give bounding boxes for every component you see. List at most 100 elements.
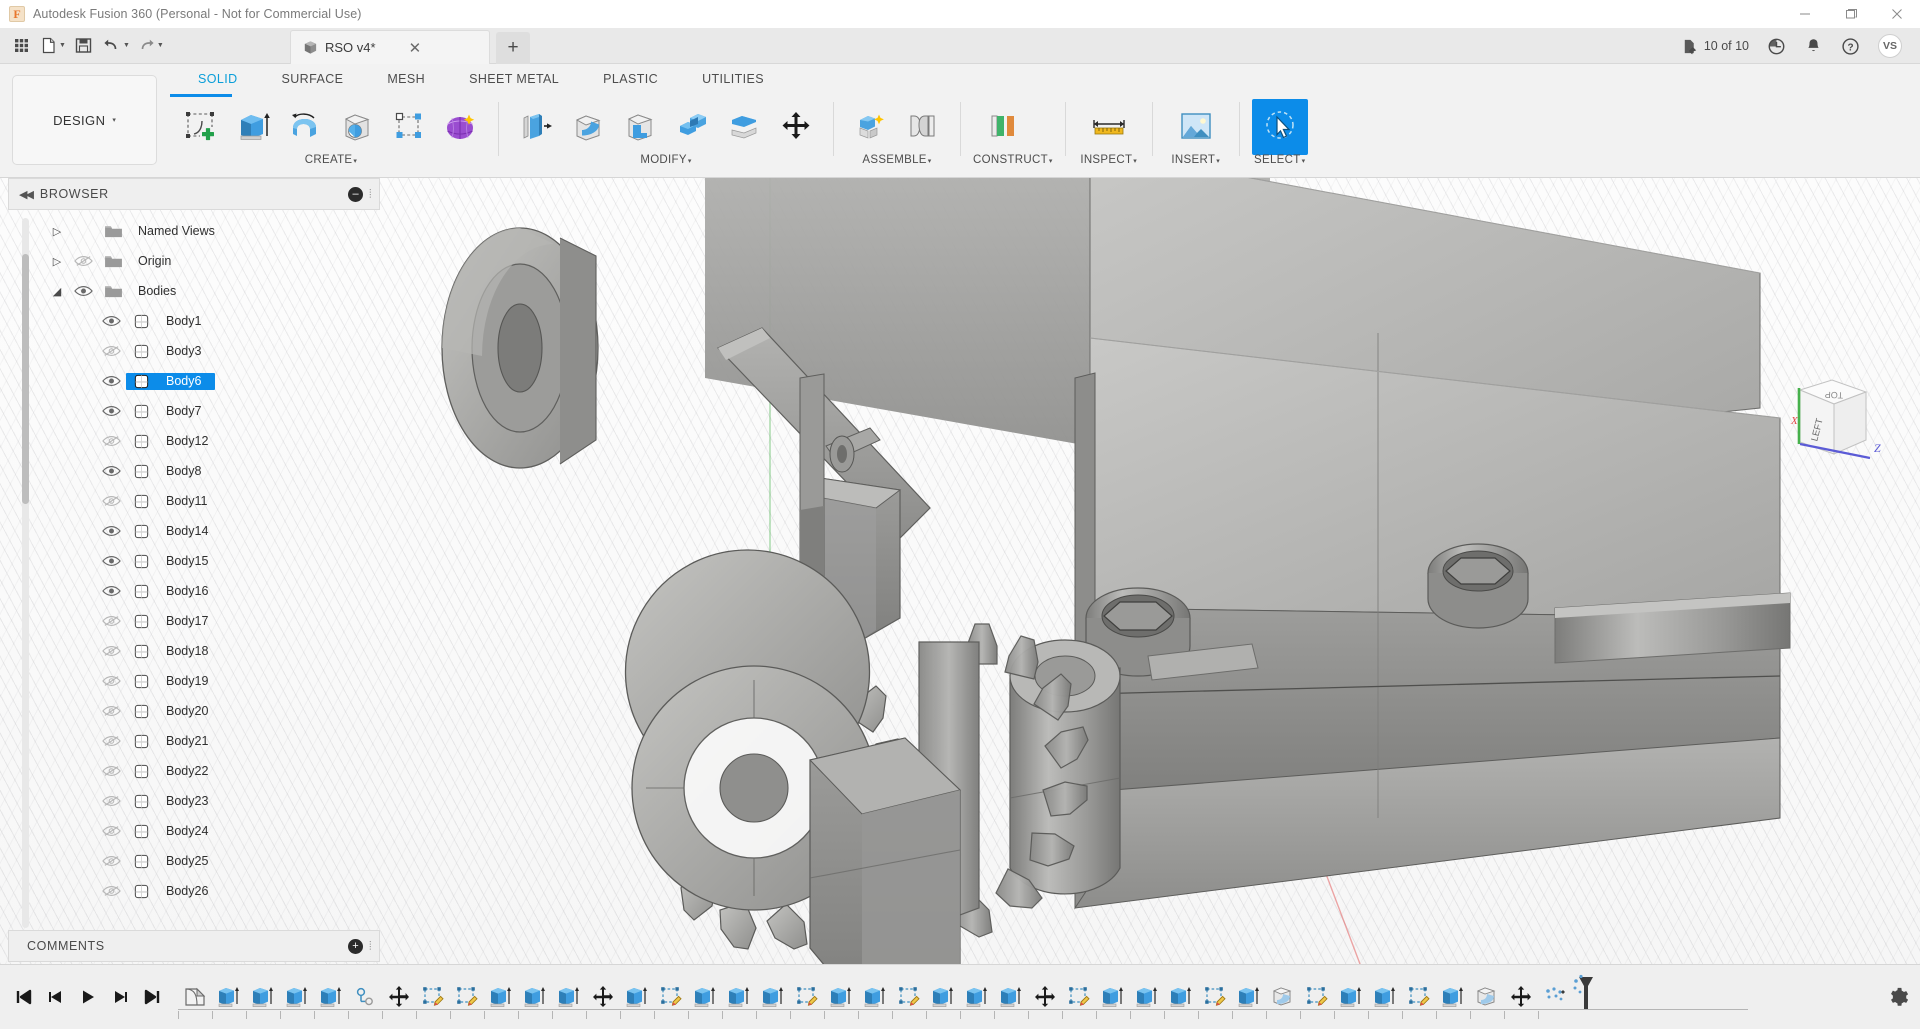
ribbon-group-create-label[interactable]: CREATE▾	[176, 152, 486, 166]
eye-hidden-icon[interactable]	[96, 674, 126, 688]
timeline-move-feature[interactable]	[1028, 980, 1062, 1014]
tab-plastic[interactable]: PLASTIC	[581, 64, 680, 94]
eye-hidden-icon[interactable]	[96, 644, 126, 658]
help-icon[interactable]: ?	[1833, 31, 1868, 61]
tree-item-named-views[interactable]: ▷ Named Views	[8, 216, 380, 246]
timeline-extrude-feature[interactable]	[280, 980, 314, 1014]
timeline-extrude-feature[interactable]	[926, 980, 960, 1014]
timeline-sketch-edit-feature[interactable]	[1300, 980, 1334, 1014]
timeline-extrude-feature[interactable]	[1368, 980, 1402, 1014]
timeline-extrude-feature[interactable]	[484, 980, 518, 1014]
eye-hidden-icon[interactable]	[96, 614, 126, 628]
fillet-button[interactable]	[563, 99, 613, 153]
tab-sheet-metal[interactable]: SHEET METAL	[447, 64, 581, 94]
create-form-button[interactable]	[436, 99, 486, 153]
tree-item-bodies[interactable]: ◢ Bodies	[8, 276, 380, 306]
timeline-sketch-edit-feature[interactable]	[416, 980, 450, 1014]
eye-visible-icon[interactable]	[96, 314, 126, 328]
expand-arrow-icon[interactable]: ▷	[46, 255, 68, 268]
minimize-icon[interactable]	[1782, 0, 1828, 28]
timeline-extrude-feature[interactable]	[1130, 980, 1164, 1014]
grip-icon[interactable]: ⦙	[369, 939, 379, 954]
pattern-button[interactable]	[384, 99, 434, 153]
timeline-extrude-feature[interactable]	[1164, 980, 1198, 1014]
eye-visible-icon[interactable]	[96, 374, 126, 388]
save-icon[interactable]	[69, 31, 99, 61]
timeline-extrude-feature[interactable]	[756, 980, 790, 1014]
view-cube[interactable]: TOP LEFT X Z	[1770, 366, 1890, 476]
tree-item-body[interactable]: Body16	[8, 576, 380, 606]
eye-hidden-icon[interactable]	[96, 704, 126, 718]
eye-hidden-icon[interactable]	[96, 734, 126, 748]
press-pull-button[interactable]	[511, 99, 561, 153]
timeline-pattern-feature[interactable]	[1538, 980, 1572, 1014]
eye-visible-icon[interactable]	[96, 584, 126, 598]
tree-item-body[interactable]: Body22	[8, 756, 380, 786]
timeline-extrude-feature[interactable]	[246, 980, 280, 1014]
timeline-go-start-button[interactable]	[12, 983, 36, 1011]
new-file-icon[interactable]: ▼	[36, 31, 69, 61]
hole-button[interactable]	[332, 99, 382, 153]
tab-utilities[interactable]: UTILITIES	[680, 64, 786, 94]
eye-visible-icon[interactable]	[96, 524, 126, 538]
timeline-extrude-feature[interactable]	[1436, 980, 1470, 1014]
tree-item-body[interactable]: Body17	[8, 606, 380, 636]
eye-hidden-icon[interactable]	[96, 344, 126, 358]
ribbon-group-assemble-label[interactable]: ASSEMBLE▾	[846, 152, 948, 166]
user-account-button[interactable]: VS	[1870, 31, 1910, 61]
timeline-sketch-edit-feature[interactable]	[1062, 980, 1096, 1014]
tree-item-body[interactable]: Body25	[8, 846, 380, 876]
ribbon-group-modify-label[interactable]: MODIFY▾	[511, 152, 821, 166]
app-grid-icon[interactable]	[6, 31, 36, 61]
tree-item-body[interactable]: Body21	[8, 726, 380, 756]
tree-item-body[interactable]: Body19	[8, 666, 380, 696]
tree-item-body[interactable]: Body14	[8, 516, 380, 546]
timeline-go-end-button[interactable]	[140, 983, 164, 1011]
timeline-extrude-feature[interactable]	[212, 980, 246, 1014]
tree-item-body[interactable]: Body15	[8, 546, 380, 576]
tab-surface[interactable]: SURFACE	[260, 64, 366, 94]
timeline-track[interactable]	[178, 970, 1868, 1024]
offset-plane-button[interactable]	[973, 99, 1035, 153]
collapse-left-icon[interactable]: ◀◀	[9, 188, 40, 201]
tab-solid[interactable]: SOLID	[176, 64, 260, 94]
eye-visible-icon[interactable]	[68, 284, 98, 298]
expand-arrow-icon[interactable]: ▷	[46, 225, 68, 238]
tree-item-body-selected[interactable]: Body6	[8, 366, 380, 396]
tree-item-body[interactable]: Body26	[8, 876, 380, 906]
ribbon-group-select-label[interactable]: SELECT▾	[1252, 152, 1308, 166]
shell-button[interactable]	[615, 99, 665, 153]
timeline-end-marker[interactable]	[1573, 974, 1599, 1014]
close-icon[interactable]	[1874, 0, 1920, 28]
notifications-icon[interactable]	[1796, 31, 1831, 61]
workspace-selector[interactable]: DESIGN ▾	[12, 75, 157, 165]
insert-image-button[interactable]	[1165, 99, 1227, 153]
timeline-extrude-feature[interactable]	[1334, 980, 1368, 1014]
timeline-step-forward-button[interactable]	[108, 983, 132, 1011]
undo-icon[interactable]: ▼	[99, 31, 133, 61]
create-sketch-button[interactable]	[176, 99, 226, 153]
tree-item-body[interactable]: Body3	[8, 336, 380, 366]
tree-item-body[interactable]: Body24	[8, 816, 380, 846]
redo-icon[interactable]: ▼	[133, 31, 167, 61]
timeline-joint-feature[interactable]	[348, 980, 382, 1014]
timeline-sketch-feature[interactable]	[178, 980, 212, 1014]
tree-item-origin[interactable]: ▷ Origin	[8, 246, 380, 276]
tree-item-body[interactable]: Body11	[8, 486, 380, 516]
document-tab[interactable]: RSO v4* ✕	[290, 30, 490, 64]
eye-visible-icon[interactable]	[96, 464, 126, 478]
ribbon-group-inspect-label[interactable]: INSPECT▾	[1078, 152, 1140, 166]
eye-hidden-icon[interactable]	[96, 794, 126, 808]
timeline-move-feature[interactable]	[586, 980, 620, 1014]
move-copy-button[interactable]	[771, 99, 821, 153]
maximize-icon[interactable]	[1828, 0, 1874, 28]
close-tab-icon[interactable]: ✕	[409, 39, 422, 57]
minus-circle-icon[interactable]: –	[348, 187, 363, 202]
timeline-sketch-edit-feature[interactable]	[450, 980, 484, 1014]
timeline-move-feature[interactable]	[382, 980, 416, 1014]
timeline-extrude-feature[interactable]	[518, 980, 552, 1014]
eye-visible-icon[interactable]	[96, 404, 126, 418]
collapse-arrow-icon[interactable]: ◢	[46, 285, 68, 298]
tree-item-body[interactable]: Body23	[8, 786, 380, 816]
eye-hidden-icon[interactable]	[96, 854, 126, 868]
